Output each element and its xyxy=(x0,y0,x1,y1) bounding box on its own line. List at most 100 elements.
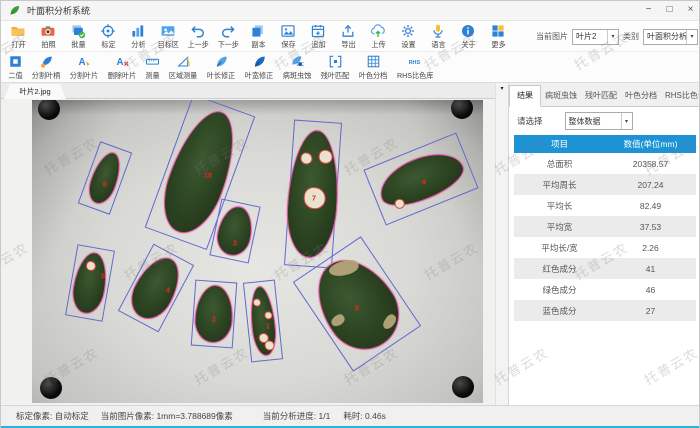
function-button-region-measure[interactable]: 区域测量 xyxy=(164,54,202,81)
leaf-length-icon xyxy=(214,54,229,70)
toolbar-button-redo[interactable]: 下一步 xyxy=(213,22,243,50)
toolbar-button-label: 打开 xyxy=(11,39,25,49)
minimize-button[interactable]: − xyxy=(638,1,659,21)
panel-tab-0[interactable]: 结果 xyxy=(509,85,541,107)
main-toolbar: 打开拍照批量 标定 分析 目标区上一步下一步副本 保存 追加 导出上传设置语言 关于 更多 当前… xyxy=(1,21,700,52)
panel-tab-4[interactable]: RHS比色卡 xyxy=(661,86,700,106)
toolbar-button-export[interactable]: 导出 xyxy=(333,22,363,50)
toolbar-button-info[interactable]: 关于 xyxy=(453,22,483,50)
toolbar-button-label: 保存 xyxy=(281,39,295,49)
toolbar-button-folder[interactable]: 打开 xyxy=(3,22,33,50)
toolbar-button-label: 导出 xyxy=(341,39,355,49)
current-image-label: 当前图片 xyxy=(536,31,568,42)
toolbar-button-chart[interactable]: 分析 xyxy=(123,22,153,50)
toolbar-button-label: 标定 xyxy=(101,39,115,49)
result-item-value: 41 xyxy=(605,264,696,274)
function-button-measure[interactable]: 测量 xyxy=(141,54,164,81)
function-button-label: 测量 xyxy=(145,70,159,80)
function-button-leaf-length[interactable]: 叶长修正 xyxy=(202,54,240,81)
status-bar: 标定像素: 自动标定当前图片像素: 1mm=3.788689像素当前分析进度: … xyxy=(1,405,700,426)
function-button-split-petiole[interactable]: 分割叶柄 xyxy=(27,54,65,81)
function-button-pest[interactable]: 病斑虫蚀 xyxy=(278,54,316,81)
toolbar-button-label: 关于 xyxy=(461,39,475,49)
main-toolbar-buttons: 打开拍照批量 标定 分析 目标区上一步下一步副本 保存 追加 导出上传设置语言 关于 更多 xyxy=(3,22,513,50)
toolbar-button-gear[interactable]: 设置 xyxy=(393,22,423,50)
toolbar-button-camera[interactable]: 拍照 xyxy=(33,22,63,50)
current-image-value: 叶片2 xyxy=(573,31,607,42)
svg-text:A: A xyxy=(78,57,85,68)
toolbar-button-more[interactable]: 更多 xyxy=(483,22,513,50)
status-item: 耗时: 0.46s xyxy=(343,410,386,422)
split-leaf-icon: A xyxy=(77,54,92,70)
measure-icon xyxy=(145,54,160,70)
append-icon xyxy=(310,22,326,39)
toolbar-button-label: 语言 xyxy=(431,39,445,49)
function-button-color-grade[interactable]: 叶色分档 xyxy=(354,54,392,81)
image-viewer: 61079354218 xyxy=(1,99,495,405)
app-leaf-icon xyxy=(8,4,21,17)
panel-tab-2[interactable]: 残叶匹配 xyxy=(581,86,621,106)
toolbar-button-copy[interactable]: 副本 xyxy=(243,22,273,50)
toolbar-button-microphone[interactable]: 语言 xyxy=(423,22,453,50)
leaf-number: 8 xyxy=(355,304,359,313)
data-scope-value: 整体数据 xyxy=(566,116,621,127)
function-button-label: 分割叶片 xyxy=(70,70,99,80)
result-item-label: 平均宽 xyxy=(514,221,605,233)
toolbar-button-label: 批量 xyxy=(71,39,85,49)
svg-text:RHS: RHS xyxy=(408,60,420,66)
select-label: 请选择 xyxy=(517,115,543,127)
toolbar-button-save[interactable]: 保存 xyxy=(273,22,303,50)
binary-icon xyxy=(8,54,23,70)
panel-tab-1[interactable]: 病斑虫蚀 xyxy=(541,86,581,106)
toolbar-button-upload[interactable]: 上传 xyxy=(363,22,393,50)
close-button[interactable]: × xyxy=(680,1,700,21)
leaf-number: 7 xyxy=(312,194,316,203)
app-window: 叶面积分析系统 − □ × 打开拍照批量标定分析目标区上一步下一步副本保存追加导… xyxy=(0,0,700,428)
toolbar-button-undo[interactable]: 上一步 xyxy=(183,22,213,50)
current-image-select[interactable]: 叶片2 ▾ xyxy=(572,29,619,45)
toolbar-button-label: 分析 xyxy=(131,39,145,49)
panel-tab-3[interactable]: 叶色分档 xyxy=(621,86,661,106)
function-button-split-leaf[interactable]: A 分割叶片 xyxy=(65,54,103,81)
delete-leaf-icon: A xyxy=(115,54,130,70)
image-tab[interactable]: 叶片2.jpg xyxy=(4,84,66,99)
corner-pin xyxy=(40,377,62,399)
leaf-number: 4 xyxy=(166,286,170,295)
panel-scrollbar[interactable]: ▾ xyxy=(495,83,509,405)
function-button-delete-leaf[interactable]: A删除叶片 xyxy=(103,54,141,81)
data-scope-select[interactable]: 整体数据 ▾ xyxy=(565,112,633,130)
chart-icon xyxy=(130,22,146,39)
save-icon xyxy=(280,22,296,39)
function-toolbar-buttons: 二值分割叶柄 A 分割叶片 A删除叶片测量区域测量叶长修正叶宽修正病斑虫蚀残叶匹配叶色… xyxy=(4,54,438,81)
leaf-number: 10 xyxy=(204,171,212,180)
category-select[interactable]: 叶面积分析 ▾ xyxy=(643,29,698,45)
toolbar-button-label: 更多 xyxy=(491,39,505,49)
table-row: 红色成分41 xyxy=(514,258,696,279)
function-button-label: 叶宽修正 xyxy=(245,70,274,80)
result-item-label: 红色成分 xyxy=(514,263,605,275)
toolbar-button-batch[interactable]: 批量 xyxy=(63,22,93,50)
upload-icon xyxy=(370,22,386,39)
function-button-binary[interactable]: 二值 xyxy=(4,54,27,81)
undo-icon xyxy=(190,22,206,39)
redo-icon xyxy=(220,22,236,39)
window-controls: − □ × xyxy=(638,1,700,21)
function-button-label: 区域测量 xyxy=(169,70,198,80)
toolbar-button-target[interactable]: 标定 xyxy=(93,22,123,50)
toolbar-button-append[interactable]: 追加 xyxy=(303,22,333,50)
category-value: 叶面积分析 xyxy=(644,31,686,42)
function-button-leaf-match[interactable]: 残叶匹配 xyxy=(316,54,354,81)
result-item-label: 平均长/宽 xyxy=(514,242,605,254)
table-row: 总面积20358.57 xyxy=(514,153,696,174)
toolbar-button-label: 追加 xyxy=(311,39,325,49)
function-button-rhs[interactable]: RHSRHS比色库 xyxy=(392,54,438,81)
toolbar-button-label: 副本 xyxy=(251,39,265,49)
maximize-button[interactable]: □ xyxy=(659,1,680,21)
toolbar-button-image[interactable]: 目标区 xyxy=(153,22,183,50)
rhs-icon: RHS xyxy=(408,54,423,70)
toolbar-button-label: 目标区 xyxy=(157,39,178,49)
microphone-icon xyxy=(430,22,446,39)
function-button-leaf-width[interactable]: 叶宽修正 xyxy=(240,54,278,81)
function-button-label: 叶长修正 xyxy=(207,70,236,80)
leaf-match-icon xyxy=(328,54,343,70)
